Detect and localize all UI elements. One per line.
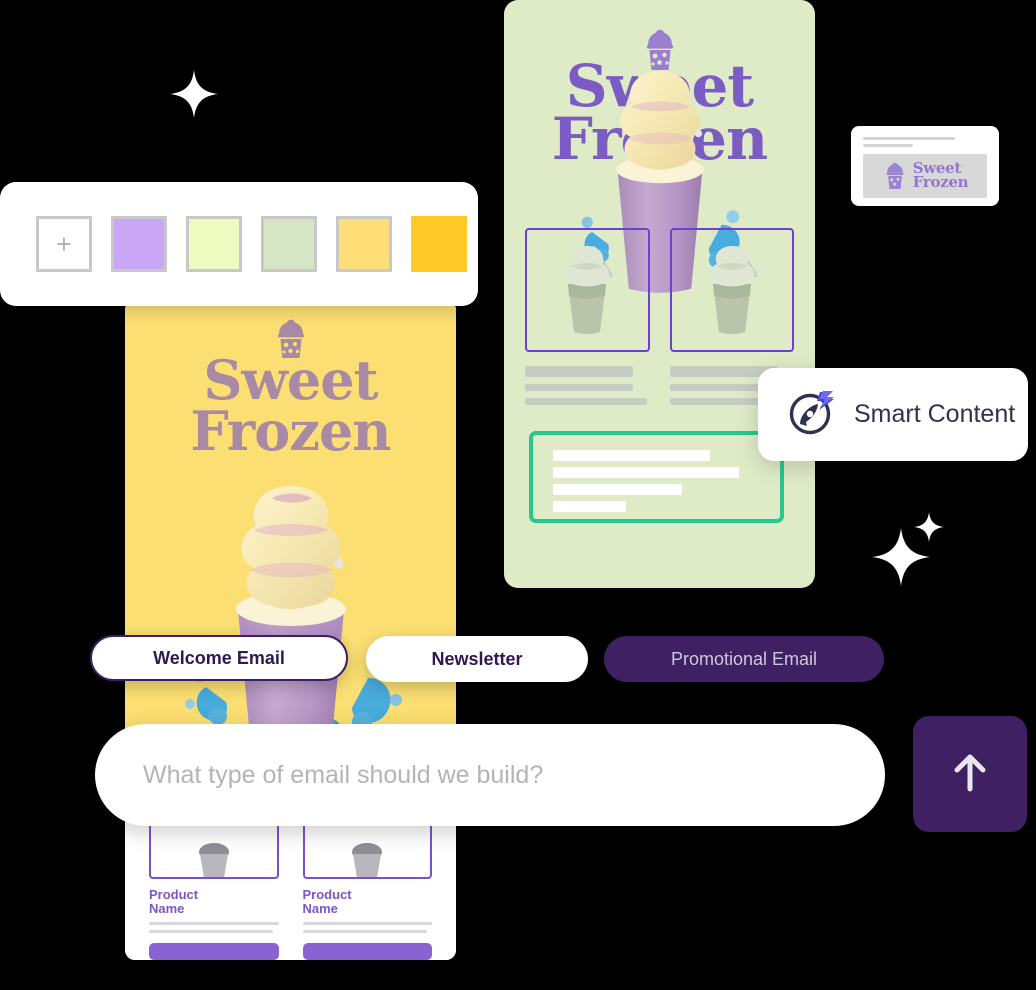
green-smoothie-thumb	[695, 240, 769, 341]
highlight-bar	[553, 484, 683, 495]
green-email-product-grid	[525, 228, 794, 405]
placeholder-line	[149, 929, 274, 933]
highlight-bar	[553, 450, 710, 461]
smoothie-cup-thumb	[191, 838, 237, 877]
product-name-line-2: Name	[149, 901, 185, 917]
swatch-light-gold[interactable]	[336, 216, 392, 272]
product-name: Product Name	[149, 886, 279, 917]
yellow-email-hero: Sweet Frozen	[125, 300, 456, 790]
placeholder-line	[149, 921, 279, 925]
placeholder-line	[863, 144, 913, 147]
highlight-bar	[553, 467, 740, 478]
product-name-line-1: Product	[149, 886, 199, 902]
placeholder-line	[525, 366, 634, 377]
placeholder-line	[525, 398, 647, 405]
submit-button[interactable]	[913, 716, 1027, 832]
placeholder-line	[302, 929, 427, 933]
arrow-up-icon	[947, 750, 993, 799]
sparkle-right-small	[914, 512, 944, 542]
logo-preview-card[interactable]: Sweet Frozen	[851, 126, 999, 206]
highlight-bar	[553, 501, 626, 512]
plus-icon: +	[56, 229, 72, 259]
prompt-input[interactable]	[141, 759, 815, 791]
pill-promotional-email[interactable]: Promotional Email	[604, 636, 884, 682]
pill-welcome-email[interactable]: Welcome Email	[90, 635, 348, 681]
rocket-sparkle-icon	[786, 386, 838, 443]
add-color-button[interactable]: +	[36, 216, 92, 272]
swatch-gold[interactable]	[411, 216, 467, 272]
swatch-lavender[interactable]	[111, 216, 167, 272]
yellow-email-template[interactable]: Sweet Frozen Product Name Product Name	[125, 300, 456, 960]
smart-content-highlight-block[interactable]	[529, 431, 784, 523]
product-cta-button[interactable]	[149, 942, 279, 960]
brand-line-2: Frozen	[190, 398, 391, 463]
pill-newsletter[interactable]: Newsletter	[366, 636, 588, 682]
canvas: Sweet Frozen Product Name Product Name +…	[0, 0, 1036, 990]
smoothie-cup-thumb	[344, 838, 390, 877]
swatch-pale-lime[interactable]	[186, 216, 242, 272]
placeholder-line	[302, 921, 432, 925]
smart-content-badge[interactable]: Smart Content	[758, 368, 1028, 461]
product-card[interactable]: Product Name	[302, 806, 433, 960]
product-card[interactable]: Product Name	[149, 806, 279, 960]
color-palette-bar[interactable]: +	[0, 182, 478, 306]
product-image-frame	[525, 228, 650, 352]
placeholder-lines	[525, 366, 650, 405]
yellow-brand-wordmark: Sweet Frozen	[125, 353, 456, 463]
placeholder-line	[525, 384, 634, 391]
pill-label: Promotional Email	[670, 648, 818, 669]
product-card[interactable]	[525, 228, 650, 405]
placeholder-line	[863, 137, 955, 140]
product-name: Product Name	[302, 886, 433, 917]
logo-thumbnail: Sweet Frozen	[863, 154, 987, 198]
sparkle-top-left	[170, 70, 218, 118]
green-smoothie-thumb	[550, 240, 624, 341]
smart-content-label: Smart Content	[854, 400, 1016, 428]
pill-label: Welcome Email	[153, 647, 285, 668]
product-cta-button[interactable]	[302, 942, 432, 960]
swatch-sage[interactable]	[261, 216, 317, 272]
prompt-bar[interactable]	[95, 724, 885, 826]
pill-label: Newsletter	[431, 648, 523, 669]
product-name-line-2: Name	[302, 901, 338, 917]
frozen-cup-icon	[886, 162, 904, 189]
brand-line-2: Frozen	[912, 173, 969, 191]
product-image-frame	[669, 228, 794, 352]
product-name-line-1: Product	[302, 886, 352, 902]
logo-wordmark: Sweet Frozen	[912, 161, 969, 191]
